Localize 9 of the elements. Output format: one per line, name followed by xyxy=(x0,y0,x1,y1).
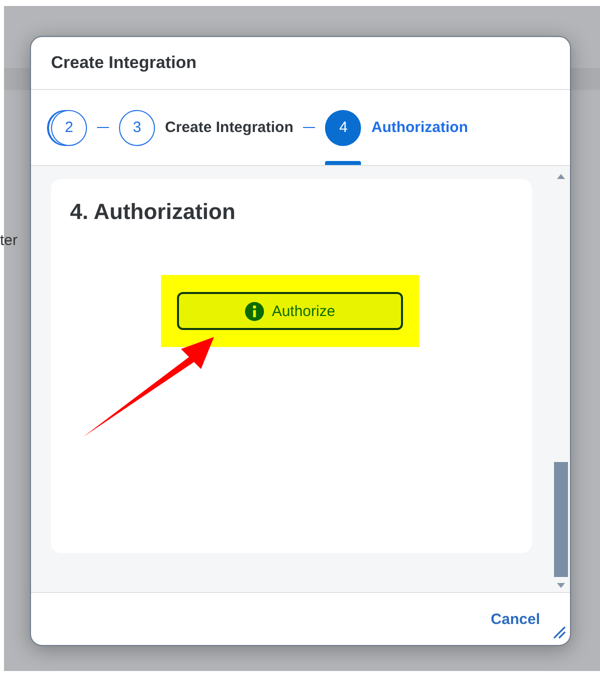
section-title: 4. Authorization xyxy=(70,199,236,225)
wizard-step[interactable]: 2 xyxy=(51,90,87,165)
cancel-button[interactable]: Cancel xyxy=(488,606,542,632)
authorize-button[interactable]: Authorize xyxy=(177,292,403,330)
dialog-title: Create Integration xyxy=(51,53,196,73)
resize-grip-icon xyxy=(552,625,566,639)
wizard-step[interactable]: 3 Create Integration xyxy=(119,90,294,165)
wizard-step[interactable]: 4 Authorization xyxy=(325,90,468,165)
info-icon xyxy=(244,302,264,320)
